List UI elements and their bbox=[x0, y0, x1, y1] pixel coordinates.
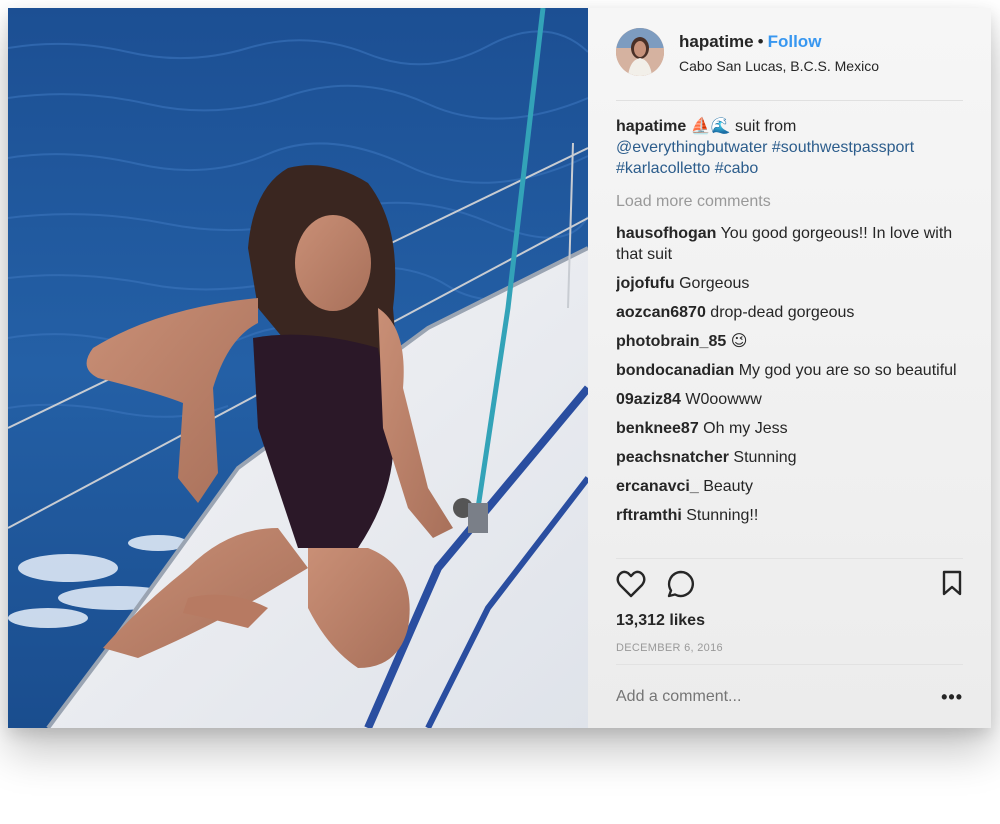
comment-username[interactable]: peachsnatcher bbox=[616, 449, 729, 466]
comment-item: hausofhogan You good gorgeous!! In love … bbox=[616, 223, 963, 265]
follow-button[interactable]: Follow bbox=[768, 32, 822, 51]
avatar[interactable] bbox=[616, 28, 664, 76]
comment-username[interactable]: hausofhogan bbox=[616, 225, 716, 242]
comments-list[interactable]: hapatime ⛵🌊 suit from @everythingbutwate… bbox=[616, 116, 963, 558]
post-image bbox=[8, 8, 588, 728]
user-line: hapatime • Follow bbox=[679, 32, 821, 52]
comment-text: Beauty bbox=[703, 478, 753, 495]
comment-username[interactable]: bondocanadian bbox=[616, 362, 734, 379]
divider bbox=[616, 664, 963, 665]
comment-item: ercanavci_ Beauty bbox=[616, 476, 963, 497]
comment-item: aozcan6870 drop-dead gorgeous bbox=[616, 302, 963, 323]
post-caption: hapatime ⛵🌊 suit from @everythingbutwate… bbox=[616, 116, 963, 179]
post-date: DECEMBER 6, 2016 bbox=[616, 642, 723, 654]
comment-item: benknee87 Oh my Jess bbox=[616, 418, 963, 439]
caption-text: suit from bbox=[735, 118, 797, 135]
ellipsis-icon[interactable]: ••• bbox=[941, 688, 963, 706]
comment-text: 😉 bbox=[730, 333, 748, 350]
bookmark-icon[interactable] bbox=[941, 570, 963, 601]
comment-text: Oh my Jess bbox=[703, 420, 788, 437]
post-sidebar: hapatime • Follow Cabo San Lucas, B.C.S. M… bbox=[588, 8, 991, 728]
comment-text: Gorgeous bbox=[679, 275, 750, 292]
comment-item: photobrain_85 😉 bbox=[616, 331, 963, 352]
comment-text: My god you are so so beautiful bbox=[738, 362, 957, 379]
caption-emoji: ⛵🌊 bbox=[690, 118, 731, 135]
avatar-image bbox=[616, 28, 664, 76]
comment-item: 09aziz84 W0oowww bbox=[616, 389, 963, 410]
caption-hashtag[interactable]: #karlacolletto bbox=[616, 160, 710, 177]
post-location[interactable]: Cabo San Lucas, B.C.S. Mexico bbox=[679, 58, 879, 74]
comment-username[interactable]: ercanavci_ bbox=[616, 478, 699, 495]
caption-username[interactable]: hapatime bbox=[616, 118, 686, 135]
comment-item: bondocanadian My god you are so so beaut… bbox=[616, 360, 963, 381]
comment-username[interactable]: rftramthi bbox=[616, 507, 682, 524]
caption-mention[interactable]: @everythingbutwater bbox=[616, 139, 767, 156]
comment-item: rftramthi Stunning!! bbox=[616, 505, 963, 526]
speech-bubble-icon[interactable] bbox=[666, 570, 696, 603]
caption-hashtag[interactable]: #cabo bbox=[715, 160, 759, 177]
comment-username[interactable]: benknee87 bbox=[616, 420, 699, 437]
load-more-comments-button[interactable]: Load more comments bbox=[616, 191, 963, 212]
comment-username[interactable]: photobrain_85 bbox=[616, 333, 726, 350]
comment-text: Stunning bbox=[733, 449, 797, 466]
heart-icon[interactable] bbox=[616, 570, 646, 603]
comment-username[interactable]: aozcan6870 bbox=[616, 304, 706, 321]
comment-text: drop-dead gorgeous bbox=[710, 304, 855, 321]
comment-username[interactable]: 09aziz84 bbox=[616, 391, 681, 408]
divider bbox=[616, 558, 963, 559]
comment-username[interactable]: jojofufu bbox=[616, 275, 675, 292]
post-card: hapatime • Follow Cabo San Lucas, B.C.S. M… bbox=[8, 8, 991, 728]
comment-item: jojofufu Gorgeous bbox=[616, 273, 963, 294]
comment-text: W0oowww bbox=[685, 391, 762, 408]
post-username[interactable]: hapatime bbox=[679, 32, 754, 51]
likes-count[interactable]: 13,312 likes bbox=[616, 612, 705, 630]
add-comment-input[interactable] bbox=[616, 688, 916, 706]
post-header: hapatime • Follow Cabo San Lucas, B.C.S. M… bbox=[616, 28, 963, 101]
comment-text: Stunning!! bbox=[686, 507, 759, 524]
caption-hashtag[interactable]: #southwestpassport bbox=[772, 139, 914, 156]
post-photo[interactable] bbox=[8, 8, 588, 728]
separator-dot: • bbox=[757, 32, 764, 51]
comment-item: peachsnatcher Stunning bbox=[616, 447, 963, 468]
action-bar bbox=[616, 570, 963, 600]
